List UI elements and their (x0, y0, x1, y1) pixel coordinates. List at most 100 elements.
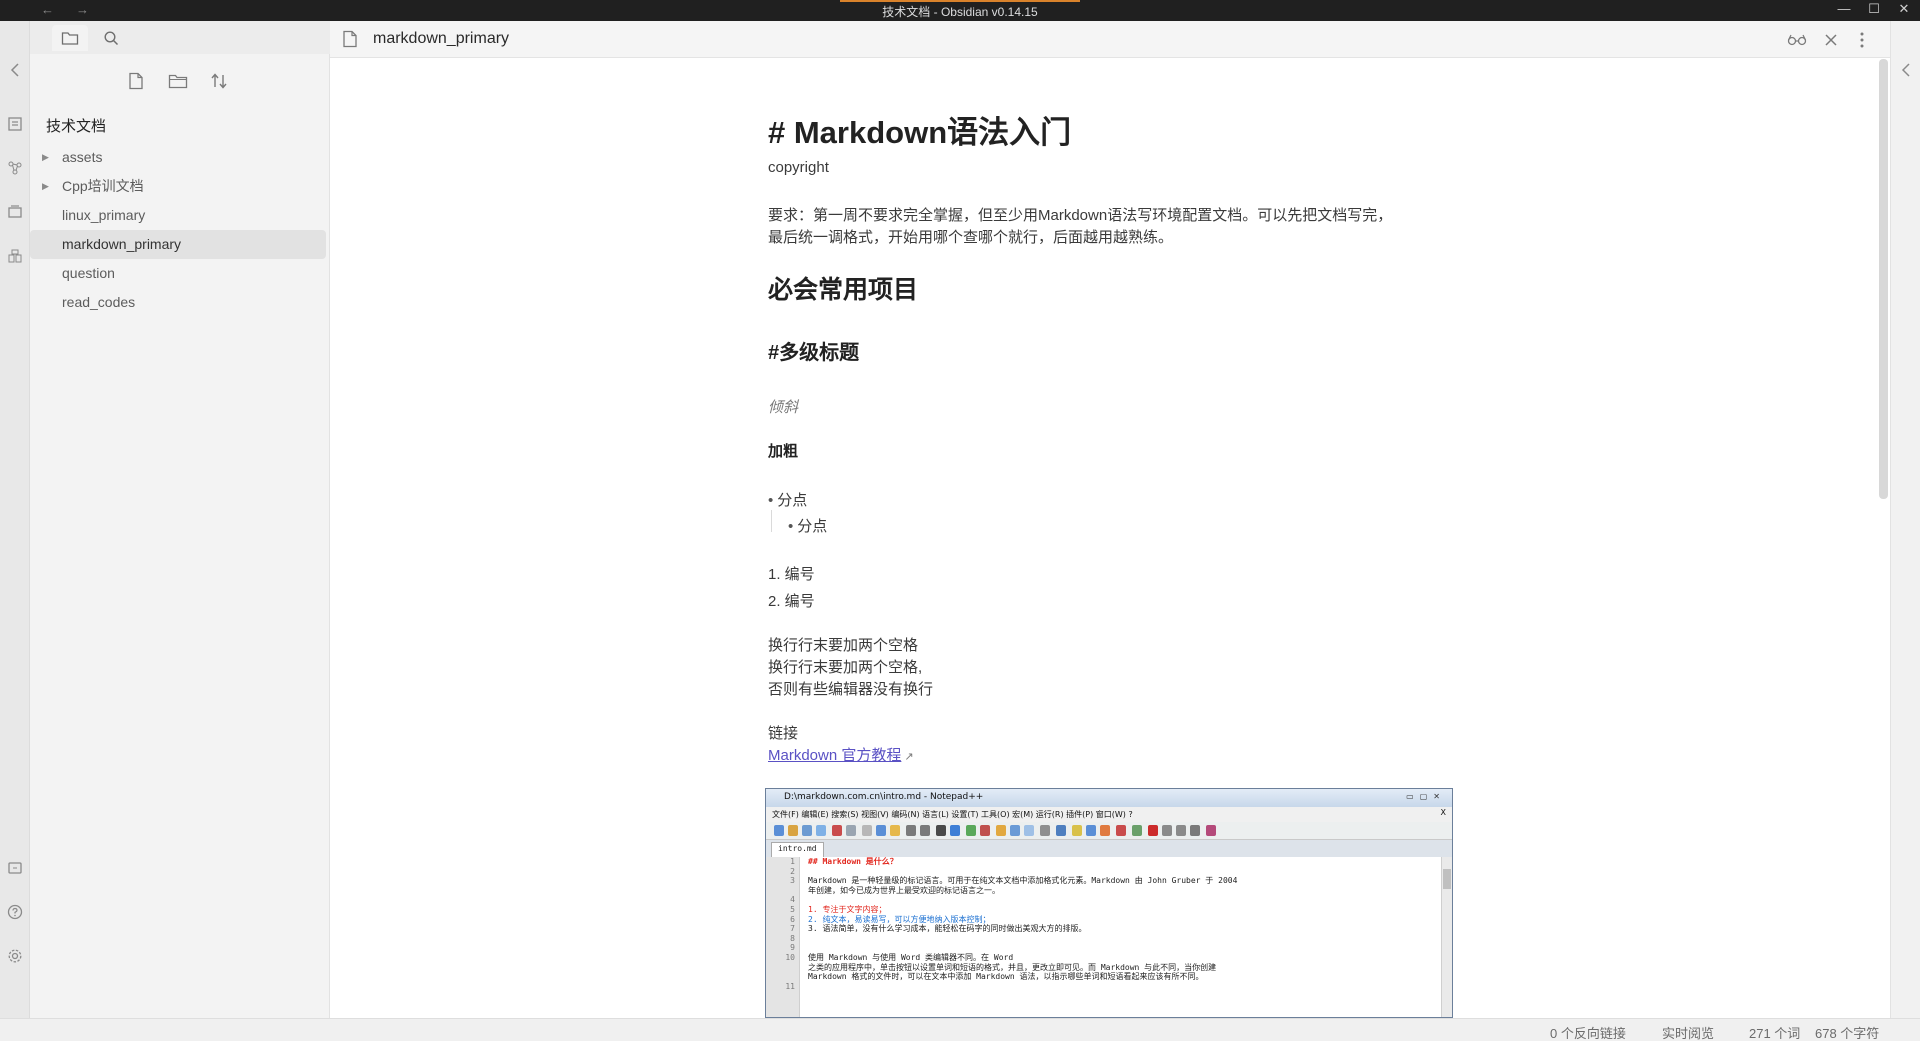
line-number: 9 (790, 943, 795, 953)
embedded-menu-bar: 文件(F) 编辑(E) 搜索(S) 视图(V) 编码(N) 语言(L) 设置(T… (766, 807, 1452, 822)
help-icon[interactable] (6, 903, 24, 921)
embedded-tab-bar: intro.md (766, 840, 1452, 857)
templates-icon[interactable] (6, 247, 24, 265)
view-header: markdown_primary (330, 21, 1890, 58)
toolbar-icon (1086, 825, 1096, 836)
reading-view-icon[interactable] (1787, 30, 1807, 50)
toolbar-icon (862, 825, 872, 836)
heading-h3-multilevel: #多级标题 (768, 342, 860, 364)
graph-view-icon[interactable] (6, 159, 24, 177)
note-title[interactable]: markdown_primary (373, 30, 509, 48)
embedded-window-controls: ▭▢✕ (1406, 792, 1446, 801)
sort-order-icon[interactable] (207, 69, 231, 93)
toolbar-icon (832, 825, 842, 836)
copyright-text: copyright (768, 159, 829, 176)
toolbar-icon (1100, 825, 1110, 836)
line-number: 6 (790, 914, 795, 924)
editor-scrollbar[interactable] (1879, 59, 1888, 499)
toolbar-icon (1056, 825, 1066, 836)
tree-item-label: markdown_primary (62, 236, 182, 252)
expand-right-sidebar-icon[interactable] (1897, 61, 1915, 79)
tree-file-linux-primary[interactable]: linux_primary (30, 201, 326, 230)
minimize-button[interactable]: — (1830, 1, 1858, 21)
vault-switch-icon[interactable] (6, 859, 24, 877)
linebreak-line-3: 否则有些编辑器没有换行 (768, 681, 934, 698)
toolbar-icon (1132, 825, 1142, 836)
quick-switcher-icon[interactable] (6, 115, 24, 133)
editor-mode[interactable]: 实时阅览 (1662, 1023, 1714, 1041)
line-number: 2 (790, 866, 795, 876)
embedded-scrollbar (1441, 857, 1452, 1017)
toolbar-icon (1116, 825, 1126, 836)
sidebar-tab-bar (30, 21, 330, 54)
line-number: 11 (785, 981, 795, 991)
heading-h1: # Markdown语法入门 (768, 115, 1072, 150)
link-line: Markdown 官方教程 ↗ (768, 744, 914, 765)
maximize-button[interactable]: ☐ (1860, 1, 1888, 21)
line-number: 5 (790, 904, 795, 914)
toolbar-icon (1176, 825, 1186, 836)
collapse-sidebar-icon[interactable] (6, 61, 24, 79)
link-heading: 链接 (768, 725, 799, 742)
line-number: 1 (790, 857, 795, 866)
tree-file-markdown-primary[interactable]: markdown_primary (30, 230, 326, 259)
toolbar-icon (846, 825, 856, 836)
toolbar-icon (1072, 825, 1082, 836)
toolbar-icon (936, 825, 946, 836)
heading-h2-common: 必会常用项目 (768, 276, 919, 304)
embedded-code: ## Markdown 是什么？ Markdown 是一种轻量级的标记语言。可用… (808, 857, 1428, 991)
new-folder-icon[interactable] (166, 69, 190, 93)
toolbar-icon (1024, 825, 1034, 836)
settings-gear-icon[interactable] (6, 947, 24, 965)
chevron-right-icon[interactable]: ▶ (42, 172, 49, 201)
vault-name[interactable]: 技术文档 (46, 115, 106, 136)
new-note-icon[interactable] (124, 69, 148, 93)
embedded-title-text: D:\markdown.com.cn\intro.md - Notepad++ (784, 792, 984, 802)
file-tree: ▶ assets ▶ Cpp培训文档 linux_primary markdow… (30, 143, 330, 317)
slides-icon[interactable] (6, 203, 24, 221)
embedded-image[interactable]: D:\markdown.com.cn\intro.md - Notepad++ … (765, 788, 1453, 1018)
code-line: Markdown 格式的文件时，可以在文本中添加 Markdown 语法，以指示… (808, 972, 1204, 982)
close-pane-icon[interactable] (1821, 30, 1841, 50)
code-line: 年创建，如今已成为世界上最受欢迎的标记语言之一。 (808, 885, 1000, 895)
close-window-button[interactable]: ✕ (1890, 1, 1918, 21)
line-number (766, 963, 795, 973)
code-line: 使用 Markdown 与使用 Word 类编辑器不同。在 Word (808, 952, 1014, 962)
tree-file-read-codes[interactable]: read_codes (30, 288, 326, 317)
code-line: 3. 语法简单，没有什么学习成本，能轻松在码字的同时做出美观大方的排版。 (808, 924, 1087, 934)
chevron-right-icon[interactable]: ▶ (42, 143, 49, 172)
linebreak-line-1: 换行行末要加两个空格 (768, 637, 919, 654)
embedded-file-tab: intro.md (771, 842, 824, 857)
code-line: 1. 专注于文字内容； (808, 904, 887, 914)
line-number: 8 (790, 933, 795, 943)
window-title: 技术文档 - Obsidian v0.14.15 (882, 5, 1038, 19)
line-number: 3 (790, 876, 795, 886)
toolbar-icon (774, 825, 784, 836)
toolbar-icon (980, 825, 990, 836)
markdown-tutorial-link[interactable]: Markdown 官方教程 (768, 747, 901, 764)
toolbar-icon (1010, 825, 1020, 836)
status-bar: 0 个反向链接 实时阅览 271 个词 678 个字符 (0, 1018, 1920, 1041)
toolbar-icon (1190, 825, 1200, 836)
tree-folder-assets[interactable]: ▶ assets (30, 143, 326, 172)
toolbar-icon (906, 825, 916, 836)
linebreak-line-2: 换行行末要加两个空格, (768, 659, 923, 676)
line-number: 4 (790, 895, 795, 905)
more-options-icon[interactable] (1852, 30, 1872, 50)
toolbar-icon (788, 825, 798, 836)
toolbar-icon (802, 825, 812, 836)
indent-guide (771, 510, 772, 532)
file-explorer-tab[interactable] (52, 25, 88, 51)
code-line: 之类的应用程序中，单击按钮以设置单词和短语的格式，并且，更改立即可见。而 Mar… (808, 962, 1217, 972)
tree-folder-cpp[interactable]: ▶ Cpp培训文档 (30, 172, 326, 201)
backlinks-count[interactable]: 0 个反向链接 (1550, 1023, 1626, 1041)
toolbar-icon (1148, 825, 1158, 836)
tree-item-label: read_codes (62, 294, 136, 310)
requirement-line-1: 要求：第一周不要求完全掌握，但至少用Markdown语法写环境配置文档。可以先把… (768, 207, 1393, 224)
left-ribbon (0, 21, 30, 1018)
tree-file-question[interactable]: question (30, 259, 326, 288)
file-icon (342, 30, 358, 48)
search-tab[interactable] (93, 25, 129, 51)
